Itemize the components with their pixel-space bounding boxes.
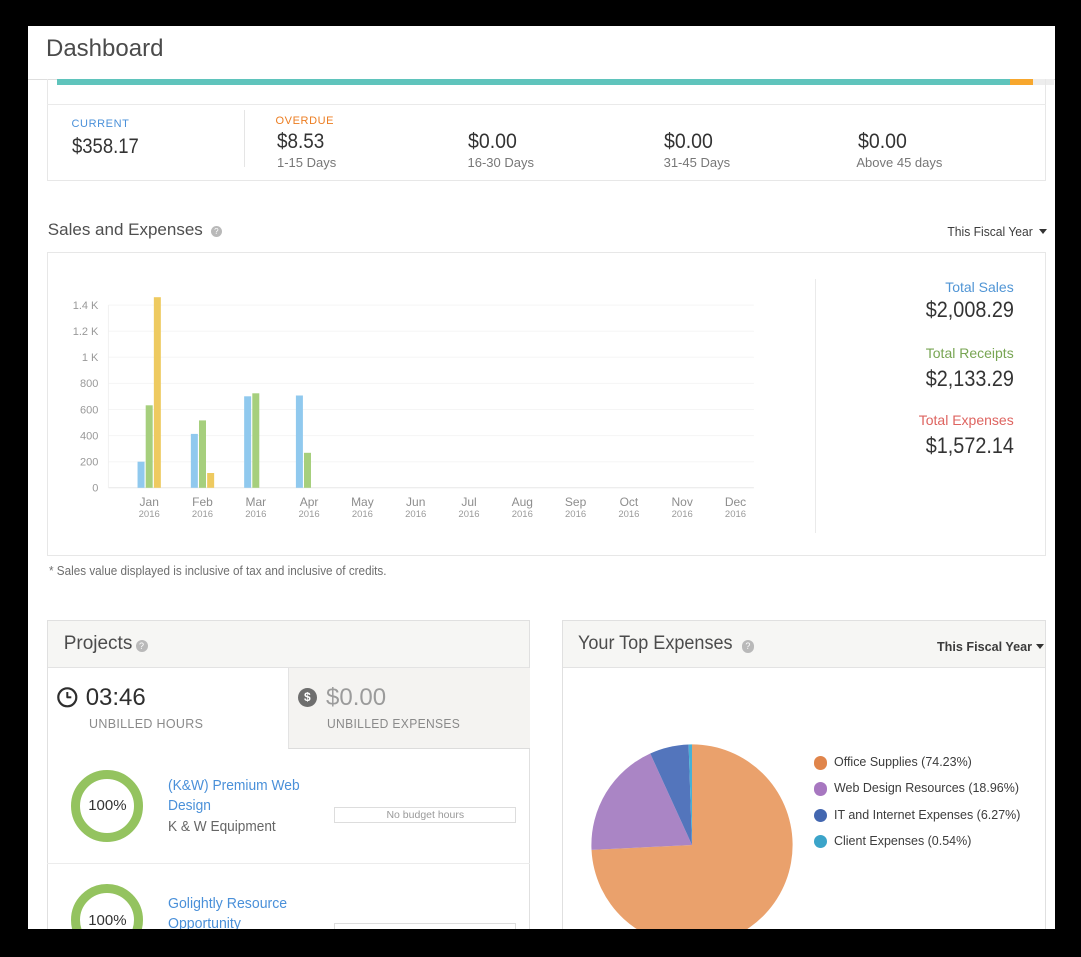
svg-text:1 K: 1 K (82, 352, 99, 364)
svg-text:2016: 2016 (459, 509, 480, 520)
svg-text:2016: 2016 (192, 509, 213, 520)
svg-text:2016: 2016 (406, 509, 427, 520)
svg-text:2016: 2016 (352, 509, 373, 520)
svg-text:600: 600 (80, 405, 98, 417)
svg-text:Jun: Jun (406, 495, 425, 509)
svg-text:1.4 K: 1.4 K (73, 300, 99, 312)
svg-text:800: 800 (80, 379, 98, 391)
svg-text:2016: 2016 (725, 509, 746, 520)
svg-text:May: May (351, 495, 374, 509)
svg-text:Jul: Jul (462, 495, 477, 509)
svg-text:Feb: Feb (193, 495, 214, 509)
svg-text:2016: 2016 (565, 509, 586, 520)
svg-text:2016: 2016 (512, 509, 533, 520)
svg-text:Mar: Mar (246, 495, 267, 509)
svg-text:2016: 2016 (619, 509, 640, 520)
svg-text:Sep: Sep (565, 495, 587, 509)
svg-text:Aug: Aug (512, 495, 533, 509)
svg-text:2016: 2016 (246, 509, 267, 520)
svg-text:1.2 K: 1.2 K (73, 326, 99, 338)
svg-text:Apr: Apr (300, 495, 319, 509)
svg-text:200: 200 (80, 457, 98, 469)
svg-text:0: 0 (93, 483, 99, 495)
svg-text:Oct: Oct (620, 495, 639, 509)
svg-text:Nov: Nov (672, 495, 693, 509)
svg-text:Jan: Jan (140, 495, 159, 509)
svg-text:400: 400 (80, 431, 98, 443)
svg-text:2016: 2016 (672, 509, 693, 520)
svg-text:2016: 2016 (299, 509, 320, 520)
svg-text:Dec: Dec (725, 495, 746, 509)
svg-text:2016: 2016 (139, 509, 160, 520)
